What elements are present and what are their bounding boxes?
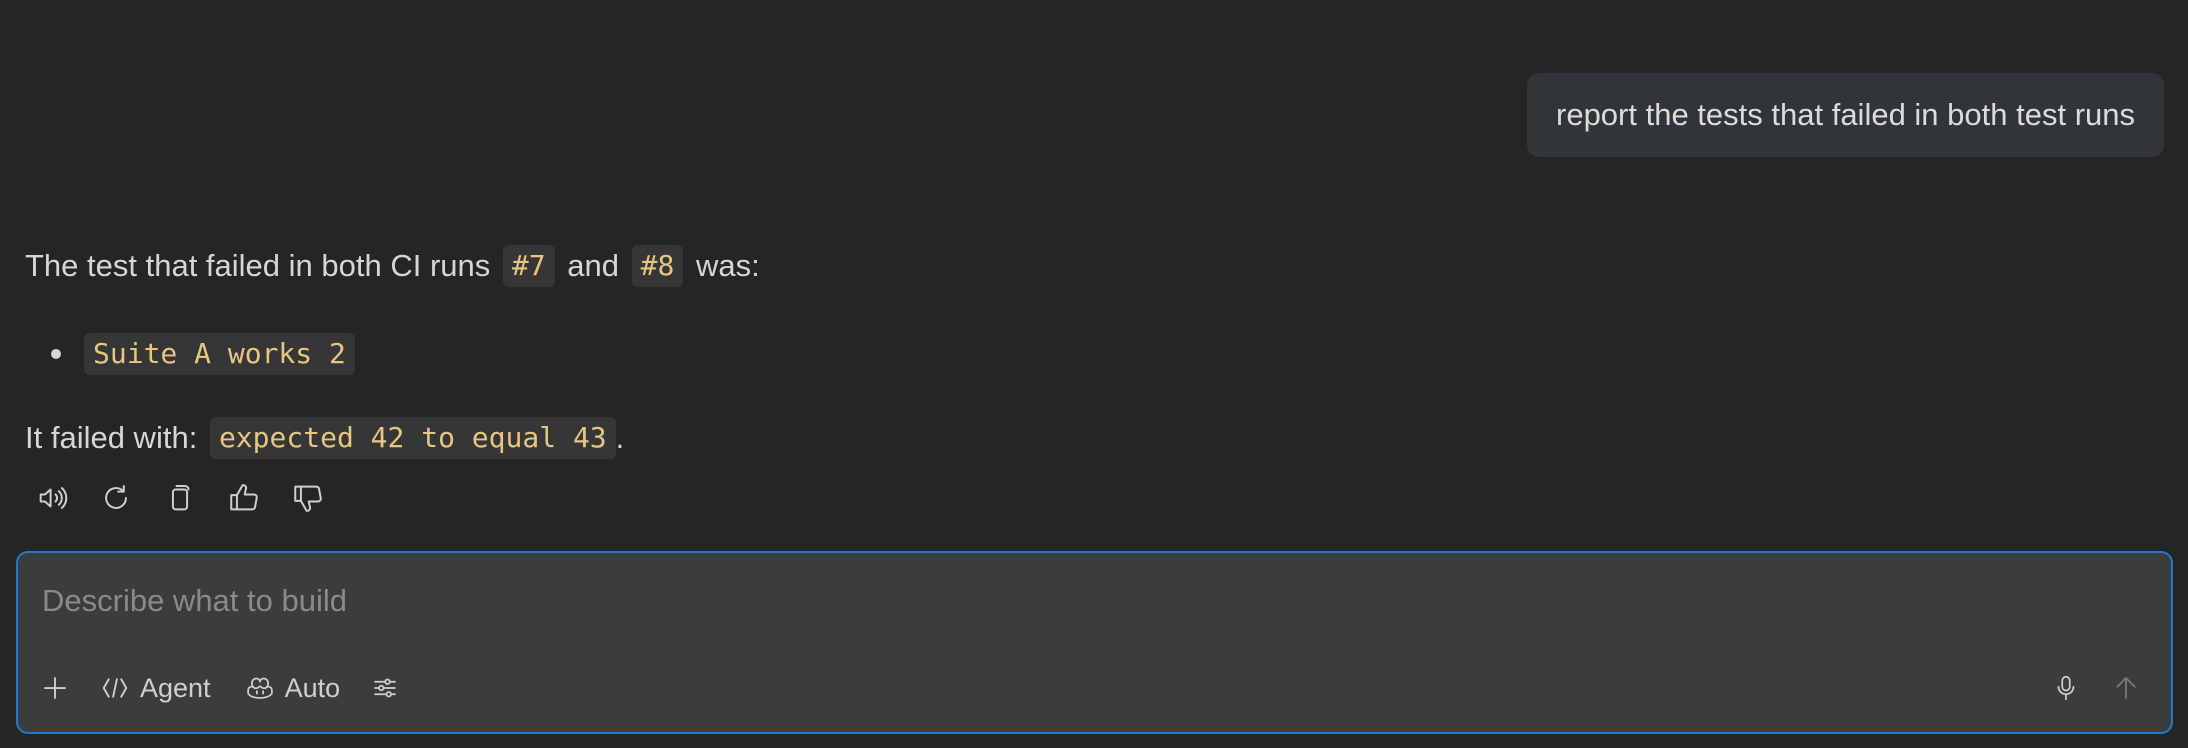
add-context-button[interactable]	[40, 666, 70, 710]
agent-mode-button[interactable]: Agent	[100, 666, 211, 710]
failure-prefix: It failed with:	[25, 420, 198, 455]
response-intro: The test that failed in both CI runs #7 …	[25, 238, 2148, 294]
read-aloud-button[interactable]	[32, 476, 72, 520]
composer-toolbar: Agent Auto	[40, 666, 400, 710]
unhelpful-button[interactable]	[288, 476, 328, 520]
failure-line: It failed with: expected 42 to equal 43.	[25, 410, 2148, 466]
plus-icon	[44, 677, 66, 699]
list-item: Suite A works 2	[25, 326, 2148, 382]
thumbs-up-icon	[230, 484, 258, 511]
failure-message: expected 42 to equal 43	[209, 417, 616, 459]
thumbs-down-icon	[294, 485, 322, 512]
user-message-text: report the tests that failed in both tes…	[1556, 97, 2135, 132]
run-badge-8: #8	[631, 245, 684, 287]
send-button[interactable]	[2111, 666, 2141, 710]
helpful-button[interactable]	[224, 476, 264, 520]
model-label: Auto	[284, 672, 341, 703]
assistant-response: The test that failed in both CI runs #7 …	[25, 238, 2148, 466]
failure-suffix: .	[615, 420, 625, 455]
agent-label: Agent	[140, 672, 211, 703]
intro-was: was:	[695, 248, 760, 283]
arrow-up-icon	[2116, 677, 2136, 699]
speaker-icon	[39, 487, 68, 509]
agent-icon	[102, 678, 128, 698]
intro-text: The test that failed in both CI runs	[25, 248, 491, 283]
sliders-icon	[374, 678, 396, 698]
response-actions	[32, 476, 328, 520]
prompt-input[interactable]	[42, 579, 1942, 623]
composer-right-tools	[2051, 666, 2141, 710]
voice-input-button[interactable]	[2051, 666, 2081, 710]
copy-button[interactable]	[160, 476, 200, 520]
run-badge-7: #7	[502, 245, 555, 287]
failed-tests-list: Suite A works 2	[25, 326, 2148, 382]
tools-settings-button[interactable]	[370, 666, 400, 710]
refresh-icon	[105, 484, 127, 509]
retry-button[interactable]	[96, 476, 136, 520]
chat-panel: report the tests that failed in both tes…	[0, 0, 2188, 748]
copilot-icon	[246, 677, 273, 699]
copy-icon	[171, 484, 190, 511]
intro-and: and	[567, 248, 619, 283]
microphone-icon	[2057, 675, 2075, 701]
bullet-dot	[51, 349, 61, 359]
failed-test-name: Suite A works 2	[84, 333, 355, 375]
chat-composer: Agent Auto	[16, 551, 2173, 734]
model-picker-button[interactable]: Auto	[245, 666, 341, 710]
user-message-bubble: report the tests that failed in both tes…	[1527, 73, 2164, 157]
